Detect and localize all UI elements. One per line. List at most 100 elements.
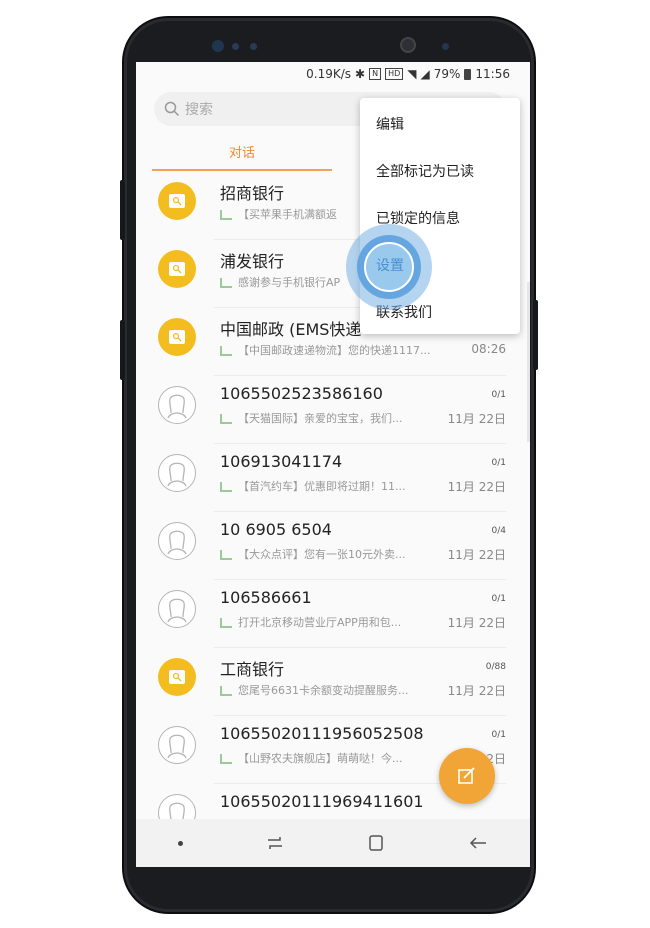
home-icon[interactable] (367, 834, 385, 852)
compose-icon (458, 767, 475, 784)
bank-logo-icon (169, 194, 185, 208)
conversation-name: 中国邮政 (EMS快递 (220, 320, 362, 339)
conversation-name: 10 6905 6504 (220, 520, 332, 539)
battery-icon (464, 68, 472, 80)
bank-avatar-icon[interactable] (158, 318, 196, 356)
conversation-row[interactable]: 工商银行您尾号6631卡余额变动提醒服务... 0/88 11月 22日 (136, 648, 530, 716)
conversation-preview-wrap: 【买苹果手机满额返 (220, 206, 337, 222)
conversation-row[interactable]: 1065502523586160 【天猫国际】亲爱的宝宝，我们... 0/1 11月 … (136, 376, 530, 444)
delivered-check-icon (220, 414, 232, 424)
person-avatar-icon[interactable] (158, 726, 196, 764)
conversation-time: 11月 22日 (447, 684, 506, 698)
wifi-icon: ◥ (407, 67, 417, 81)
person-silhouette-icon (167, 734, 187, 759)
delivered-check-icon (220, 686, 232, 696)
network-speed: 0.19K/s (306, 67, 352, 81)
conversation-preview-wrap: 打开北京移动营业厅APP用和包... (220, 614, 401, 630)
sensor-icon (442, 43, 449, 50)
status-bar: 0.19K/s ✱ N HD ◥ ◢ 79% 11:56 (136, 62, 530, 86)
bixby-button (120, 320, 125, 380)
bank-logo-icon (169, 262, 185, 276)
conversation-row[interactable]: 10 6905 6504 【大众点评】您有一张10元外卖... 0/4 11月 22日 (136, 512, 530, 580)
bank-avatar-icon[interactable] (158, 658, 196, 696)
tab-underline (152, 169, 332, 171)
conversation-preview: 【山野农夫旗舰店】萌萌哒！今... (238, 752, 403, 765)
recent-apps-icon[interactable] (266, 836, 284, 850)
volume-button (120, 180, 125, 240)
delivered-check-icon (220, 346, 232, 356)
message-count: 0/1 (491, 390, 506, 400)
conversation-name: 招商银行 (220, 184, 285, 203)
person-silhouette-icon (167, 462, 187, 487)
person-silhouette-icon (167, 598, 187, 623)
conversation-preview: 【大众点评】您有一张10元外卖... (238, 548, 406, 561)
conversation-preview: 【首汽约车】优惠即将过期！11... (238, 480, 406, 493)
conversation-time: 11月 22日 (447, 412, 506, 426)
person-avatar-icon[interactable] (158, 454, 196, 492)
bluetooth-icon: ✱ (355, 67, 366, 81)
conversation-time: 11月 22日 (447, 548, 506, 562)
search-placeholder: 搜索 (185, 102, 213, 118)
delivered-check-icon (220, 754, 232, 764)
message-count: 0/4 (491, 526, 506, 536)
delivered-check-icon (220, 210, 232, 220)
signal-icon: ◢ (420, 67, 430, 81)
conversation-name: 1065502523586160 (220, 384, 383, 403)
message-count: 0/88 (485, 662, 506, 672)
conversation-name: 106913041174 (220, 452, 343, 471)
hd-badge: HD (385, 68, 404, 80)
delivered-check-icon (220, 550, 232, 560)
bank-logo-icon (169, 330, 185, 344)
conversation-preview-wrap: 您尾号6631卡余额变动提醒服务... (220, 682, 408, 698)
person-silhouette-icon (167, 394, 187, 419)
message-count: 0/1 (491, 594, 506, 604)
conversation-name: 10655020111956052508 (220, 724, 424, 743)
conversation-preview-wrap: 感谢参与手机银行AP (220, 274, 340, 290)
menu-item-settings[interactable]: 设置 (376, 255, 404, 275)
nfc-icon: N (369, 68, 382, 80)
sensor-icon (232, 43, 239, 50)
conversation-preview: 打开北京移动营业厅APP用和包... (238, 616, 402, 629)
conversation-time: 11月 22日 (447, 616, 506, 630)
scrollbar[interactable] (527, 282, 530, 442)
person-avatar-icon[interactable] (158, 522, 196, 560)
conversation-name: 106586661 (220, 588, 312, 607)
navigation-bar (136, 819, 530, 867)
dot-icon (177, 840, 183, 846)
conversation-name: 工商银行 (220, 660, 285, 679)
conversation-row[interactable]: 106586661 打开北京移动营业厅APP用和包... 0/1 11月 22日 (136, 580, 530, 648)
conversation-preview: 【天猫国际】亲爱的宝宝，我们... (238, 412, 403, 425)
conversation-preview: 【买苹果手机满额返 (238, 208, 337, 221)
conversation-preview-wrap: 【山野农夫旗舰店】萌萌哒！今... (220, 750, 403, 766)
conversation-preview-wrap: 【天猫国际】亲爱的宝宝，我们... (220, 410, 403, 426)
search-icon (164, 101, 180, 117)
conversation-preview-wrap: 【中国邮政速递物流】您的快递1117... (220, 342, 430, 358)
conversation-preview: 感谢参与手机银行AP (238, 276, 341, 289)
message-count: 0/1 (491, 730, 506, 740)
conversation-name: 浦发银行 (220, 252, 285, 271)
battery-percent: 79% (433, 67, 461, 81)
menu-item-mark-all-read[interactable]: 全部标记为已读 (376, 161, 474, 181)
tab-conversations[interactable]: 对话 (152, 132, 332, 170)
compose-button[interactable] (439, 748, 495, 804)
front-camera-icon (212, 40, 224, 52)
bank-logo-icon (169, 670, 185, 684)
back-icon[interactable] (468, 836, 488, 850)
bank-avatar-icon[interactable] (158, 250, 196, 288)
conversation-preview-wrap: 【大众点评】您有一张10元外卖... (220, 546, 406, 562)
camera-lens-icon (400, 37, 416, 53)
delivered-check-icon (220, 618, 232, 628)
clock: 11:56 (475, 67, 510, 81)
conversation-name: 10655020111969411601 (220, 792, 424, 811)
conversation-time: 11月 22日 (447, 480, 506, 494)
bank-avatar-icon[interactable] (158, 182, 196, 220)
conversation-preview-wrap: 【首汽约车】优惠即将过期！11... (220, 478, 406, 494)
person-avatar-icon[interactable] (158, 590, 196, 628)
delivered-check-icon (220, 482, 232, 492)
person-avatar-icon[interactable] (158, 386, 196, 424)
person-silhouette-icon (167, 530, 187, 555)
message-count: 0/1 (491, 458, 506, 468)
menu-item-edit[interactable]: 编辑 (376, 114, 404, 134)
conversation-row[interactable]: 106913041174 【首汽约车】优惠即将过期！11... 0/1 11月 22日 (136, 444, 530, 512)
conversation-preview: 【中国邮政速递物流】您的快递1117... (238, 344, 431, 357)
